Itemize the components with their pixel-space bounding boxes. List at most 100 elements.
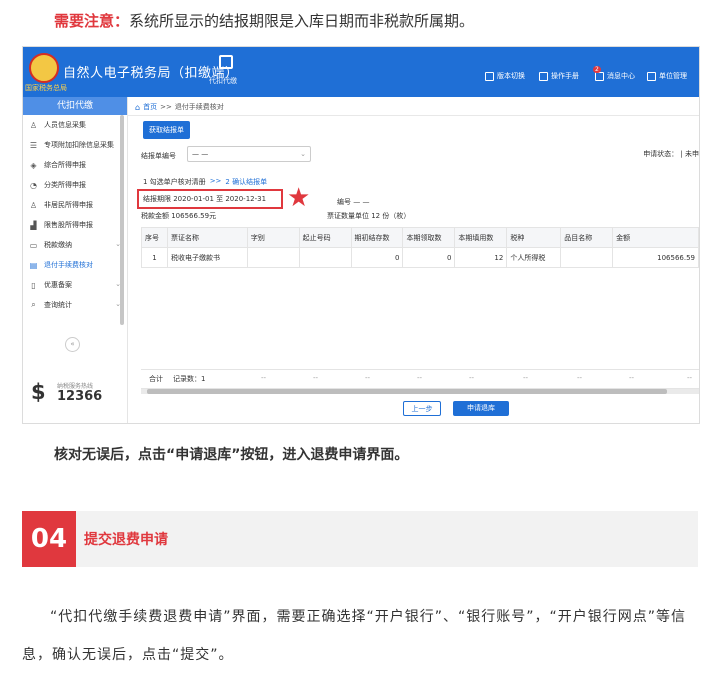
sidebar-item-restricted-stock[interactable]: ▟ 限售股所得申报 xyxy=(23,215,127,235)
sidebar-item-special-deduction[interactable]: ☰ 专项附加扣除信息采集 xyxy=(23,135,127,155)
settlement-no-label: 结报单编号 xyxy=(141,152,176,160)
sidebar-header: 代扣代缴 xyxy=(23,97,127,115)
nav-manual[interactable]: 操作手册 xyxy=(539,71,579,81)
footer-dash: -- xyxy=(629,374,635,382)
chevron-down-icon: ⌄ xyxy=(300,150,306,158)
sidebar-scrollbar[interactable] xyxy=(120,115,124,325)
nav-label: 消息中心 xyxy=(607,72,635,80)
tax-amount: 税款金额 106566.59元 xyxy=(141,212,217,220)
sidebar-item-label: 分类所得申报 xyxy=(44,181,86,189)
column-header: 字别 xyxy=(246,227,300,248)
star-highlight-icon: ★ xyxy=(287,183,311,213)
switch-icon xyxy=(485,71,494,81)
sidebar-item-preferential[interactable]: ▯ 优惠备案 ⌄ xyxy=(23,275,127,295)
step-indicator: 1 勾选单户核对清册 >> 2 确认结报单 xyxy=(143,177,267,187)
instruction-paragraph: “代扣代缴手续费退费申请”界面，需要正确选择“开户银行”、“银行账号”，“开户银… xyxy=(22,609,687,663)
building-icon xyxy=(647,71,656,81)
sidebar-item-personnel[interactable]: ♙ 人员信息采集 xyxy=(23,115,127,135)
notice-line: 需要注意：系统所显示的结报期限是入库日期而非税款所属期。 xyxy=(54,10,474,31)
cell-index: 1 xyxy=(141,247,168,268)
sidebar-item-label: 优惠备案 xyxy=(44,281,72,289)
cell-item-name xyxy=(560,247,614,268)
footer-dash: -- xyxy=(687,374,693,382)
tax-emblem-icon xyxy=(29,53,59,83)
column-header: 票证名称 xyxy=(166,227,248,248)
breadcrumb-home[interactable]: 首页 xyxy=(143,102,157,112)
column-header: 品目名称 xyxy=(560,227,614,248)
fetch-settlement-button[interactable]: 获取结报单 xyxy=(143,121,190,139)
nav-messages[interactable]: 2 消息中心 xyxy=(593,65,635,81)
footer-dash: -- xyxy=(261,374,267,382)
sidebar-item-nonresident[interactable]: ♙ 非居民所得申报 xyxy=(23,195,127,215)
message-icon: 2 xyxy=(593,65,604,81)
nav-label: 操作手册 xyxy=(551,72,579,80)
app-screenshot: 国家税务总局 自然人电子税务局（扣缴端） 代扣代缴 版本切换 操作手册 2 消息中… xyxy=(22,46,700,424)
pie-icon: ◔ xyxy=(30,180,37,190)
footer-total-label: 合计 xyxy=(149,375,163,383)
nav-version-switch[interactable]: 版本切换 xyxy=(485,71,525,81)
cell-used: 12 xyxy=(454,247,508,268)
settlement-no-value: — — xyxy=(192,150,209,158)
sidebar-item-label: 综合所得申报 xyxy=(44,161,86,169)
nav-unit-manage[interactable]: 单位管理 xyxy=(647,71,687,81)
app-header: 国家税务总局 自然人电子税务局（扣缴端） 代扣代缴 版本切换 操作手册 2 消息中… xyxy=(23,47,699,97)
footer-dash: -- xyxy=(313,374,319,382)
previous-step-button[interactable]: 上一步 xyxy=(403,401,441,416)
search-doc-icon: ⌕ xyxy=(31,300,36,309)
nav-label: 版本切换 xyxy=(497,72,525,80)
sidebar-item-label: 人员信息采集 xyxy=(44,121,86,129)
column-header: 起止号码 xyxy=(298,227,352,248)
calendar-icon: ▭ xyxy=(29,240,38,250)
sidebar-item-query[interactable]: ⌕ 查询统计 ⌄ xyxy=(23,295,127,315)
person-icon: ♙ xyxy=(29,120,38,130)
footer-record-count: 记录数：1 xyxy=(173,375,206,383)
divider xyxy=(127,115,699,116)
breadcrumb-separator: >> xyxy=(160,103,172,111)
notice-label: 需要注意： xyxy=(54,12,130,30)
sidebar-item-comprehensive[interactable]: ◈ 综合所得申报 xyxy=(23,155,127,175)
emblem-caption: 国家税务总局 xyxy=(25,84,67,92)
main-panel: ⌂ 首页 >> 退付手续费核对 获取结报单 结报单编号 — — ⌄ 申请状态： … xyxy=(127,97,699,423)
column-header: 期初结存数 xyxy=(350,227,404,248)
section-header: 04 提交退费申请 xyxy=(22,511,698,567)
cell-type xyxy=(246,247,300,268)
cell-received: 0 xyxy=(402,247,456,268)
step-2[interactable]: 2 确认结报单 xyxy=(225,177,267,187)
horizontal-scrollbar[interactable] xyxy=(141,389,699,394)
collapse-sidebar-button[interactable]: « xyxy=(65,337,80,352)
cell-amount: 106566.59 xyxy=(612,247,699,268)
person-icon: ♙ xyxy=(29,200,38,210)
step-separator: >> xyxy=(209,177,222,185)
footer-dash: -- xyxy=(523,374,529,382)
footer-dash: -- xyxy=(365,374,371,382)
section-number: 04 xyxy=(22,511,76,567)
sidebar-item-label: 查询统计 xyxy=(44,301,72,309)
sidebar-item-tax-payment[interactable]: ▭ 税款缴纳 ⌄ xyxy=(23,235,127,255)
nav-label: 单位管理 xyxy=(659,72,687,80)
footer-dash: -- xyxy=(417,374,423,382)
cell-tax-type: 个人所得税 xyxy=(506,247,562,268)
sidebar-item-classified[interactable]: ◔ 分类所得申报 xyxy=(23,175,127,195)
column-header: 本期领取数 xyxy=(402,227,456,248)
apply-status: 申请状态： | 未申 xyxy=(643,150,699,158)
voucher-quantity: 票证数量单位 12 份（枚） xyxy=(327,212,411,220)
step-1[interactable]: 1 勾选单户核对清册 xyxy=(143,177,206,187)
settlement-number: 编号 — — xyxy=(337,198,370,206)
sidebar-item-label: 税款缴纳 xyxy=(44,241,72,249)
table-row[interactable]: 1 税收电子缴款书 0 0 12 个人所得税 106566.59 xyxy=(141,247,699,268)
cell-number-range xyxy=(298,247,352,268)
home-icon[interactable]: ⌂ xyxy=(135,103,140,112)
sidebar-item-label: 非居民所得申报 xyxy=(44,201,93,209)
breadcrumb-current: 退付手续费核对 xyxy=(174,103,224,111)
sidebar-item-fee-check[interactable]: ▤ 退付手续费核对 xyxy=(23,255,127,275)
cell-voucher-name: 税收电子缴款书 xyxy=(166,247,248,268)
scrollbar-thumb[interactable] xyxy=(147,389,667,394)
section-title: 提交退费申请 xyxy=(84,532,168,548)
apply-refund-button[interactable]: 申请退库 xyxy=(453,401,509,416)
footer-dash: -- xyxy=(577,374,583,382)
mode-switch-icon[interactable] xyxy=(219,55,233,69)
voucher-table: 序号 票证名称 字别 起止号码 期初结存数 本期领取数 本期填用数 税种 品目名… xyxy=(141,227,699,268)
settlement-no-select[interactable]: — — ⌄ xyxy=(187,146,311,162)
layers-icon: ◈ xyxy=(30,160,37,170)
doc-check-icon: ▤ xyxy=(29,260,38,270)
